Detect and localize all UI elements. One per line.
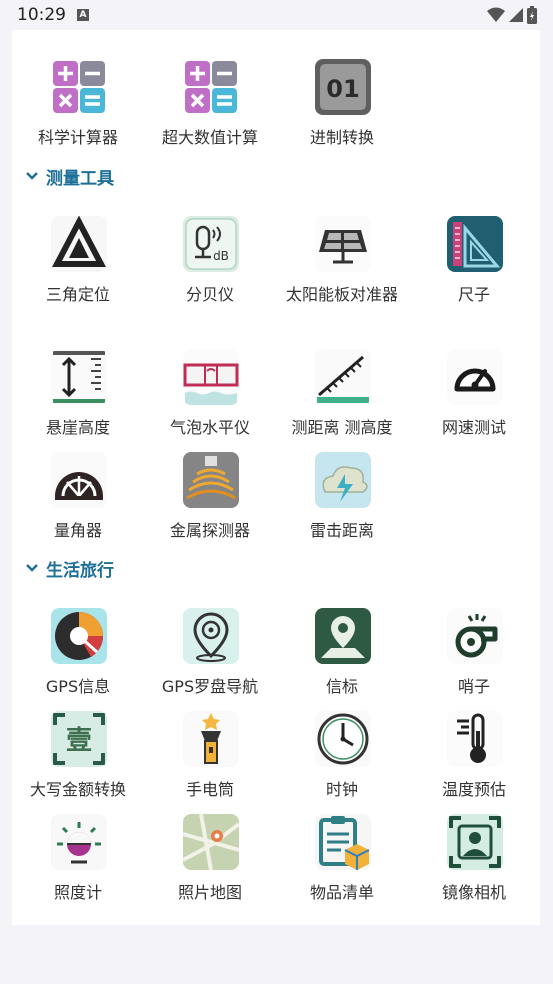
tool-label: 三角定位 — [45, 285, 110, 304]
tool-label: 金属探测器 — [169, 521, 250, 540]
wifi-icon — [487, 7, 505, 22]
flashlight-icon — [183, 711, 239, 767]
db-text: dB — [213, 249, 229, 263]
zh-one-text: 壹 — [66, 726, 92, 756]
distance-height-icon — [315, 349, 371, 405]
clock-icon — [315, 711, 371, 767]
tool-label: 科学计算器 — [37, 128, 118, 147]
section-title: 生活旅行 — [46, 560, 114, 581]
tool-label: 气泡水平仪 — [169, 418, 250, 437]
tool-label: 温度预估 — [441, 780, 506, 799]
notification-icon: A — [77, 9, 89, 21]
compass-pin-icon — [183, 608, 239, 664]
chevron-down-icon — [26, 172, 38, 180]
tool-label: 大写金额转换 — [29, 780, 126, 799]
speedometer-icon — [447, 349, 503, 405]
tool-label: 时钟 — [325, 780, 358, 799]
binary-text: 01 — [326, 75, 359, 103]
bubble-level-icon — [183, 349, 239, 405]
metal-detector-icon — [183, 452, 239, 508]
whistle-icon — [447, 608, 503, 664]
thermometer-icon — [447, 711, 503, 767]
tool-label: 分贝仪 — [185, 285, 234, 304]
tool-label: 照度计 — [53, 883, 102, 902]
solar-panel-icon — [315, 216, 371, 272]
battery-icon — [527, 6, 537, 24]
protractor-icon — [51, 452, 107, 508]
tool-label: 量角器 — [53, 521, 102, 540]
bottom-bar — [0, 925, 553, 984]
tool-label: 雷击距离 — [309, 521, 374, 540]
status-time: 10:29 — [17, 5, 66, 25]
tools-card: 科学计算器 超大数值计算 01 进制转换 测量工具 三角定位 dB 分贝仪 太阳… — [12, 30, 540, 925]
photo-map-icon — [183, 814, 239, 870]
tool-label: GPS信息 — [45, 677, 111, 696]
checklist-icon — [315, 814, 371, 870]
tool-label: 悬崖高度 — [45, 418, 110, 437]
section-header-measure[interactable]: 测量工具 — [24, 162, 114, 190]
ruler-icon — [447, 216, 503, 272]
tool-label: 手电筒 — [185, 780, 234, 799]
triangle-locate-icon — [51, 216, 107, 272]
tool-label: 超大数值计算 — [161, 128, 258, 147]
light-meter-icon — [51, 814, 107, 870]
chinese-amount-icon: 壹 — [51, 711, 107, 767]
big-calculator-icon — [183, 59, 239, 115]
beacon-icon — [315, 608, 371, 664]
gps-radar-icon — [51, 608, 107, 664]
section-title: 测量工具 — [46, 168, 114, 189]
section-header-travel[interactable]: 生活旅行 — [24, 554, 114, 582]
tool-label: 进制转换 — [309, 128, 374, 147]
tool-label: 网速测试 — [441, 418, 506, 437]
calculator-icon — [51, 59, 107, 115]
tool-label: 照片地图 — [177, 883, 242, 902]
tool-label: 物品清单 — [309, 883, 374, 902]
tool-label: 哨子 — [457, 677, 490, 696]
tool-label: 尺子 — [457, 285, 490, 304]
lightning-icon — [315, 452, 371, 508]
status-bar: 10:29 A — [0, 0, 553, 30]
signal-icon — [509, 8, 523, 22]
decibel-icon: dB — [183, 216, 239, 272]
tool-label: 信标 — [325, 677, 358, 696]
tool-label: 测距离 测高度 — [291, 418, 393, 437]
tool-label: 镜像相机 — [441, 883, 506, 902]
chevron-down-icon — [26, 564, 38, 572]
status-icons — [487, 6, 537, 24]
tool-label: 太阳能板对准器 — [285, 285, 398, 304]
tool-label: GPS罗盘导航 — [161, 677, 259, 696]
cliff-height-icon — [51, 349, 107, 405]
base-convert-icon: 01 — [315, 59, 371, 115]
mirror-camera-icon — [447, 814, 503, 870]
